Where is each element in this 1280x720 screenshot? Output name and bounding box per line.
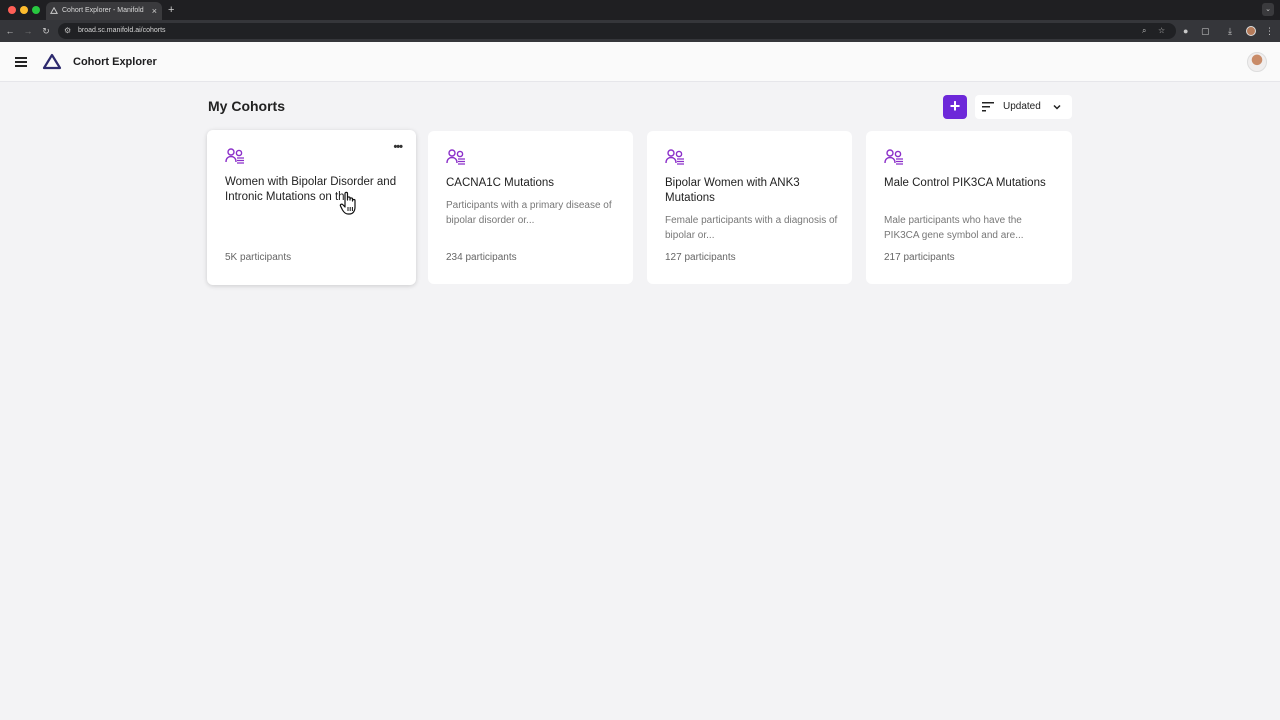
cohort-card[interactable]: Bipolar Women with ANK3 Mutations Female… bbox=[647, 131, 852, 284]
app-header: Cohort Explorer bbox=[0, 42, 1280, 82]
url-text[interactable]: broad.sc.manifold.ai/cohorts bbox=[78, 23, 166, 39]
app-title: Cohort Explorer bbox=[73, 56, 157, 68]
forward-arrow-icon[interactable]: → bbox=[22, 24, 34, 38]
download-icon[interactable]: ⤓ bbox=[1228, 24, 1232, 38]
back-arrow-icon[interactable]: ← bbox=[4, 24, 16, 38]
sort-dropdown[interactable]: Updated bbox=[975, 95, 1072, 119]
hand-cursor-icon bbox=[339, 191, 356, 215]
cohort-title: Women with Bipolar Disorder and Intronic… bbox=[225, 176, 397, 203]
participant-count: 127 participants bbox=[665, 252, 736, 263]
more-options-button[interactable]: ••• bbox=[393, 141, 403, 153]
extensions-puzzle-icon[interactable]: ▢ bbox=[1201, 24, 1210, 38]
cohort-description: Male participants who have the PIK3CA ge… bbox=[884, 215, 1024, 241]
browser-tab[interactable]: Cohort Explorer - Manifold × bbox=[46, 2, 162, 20]
page-title: My Cohorts bbox=[208, 98, 285, 114]
cohort-description: Female participants with a diagnosis of … bbox=[665, 215, 838, 241]
hamburger-menu-icon[interactable] bbox=[15, 57, 27, 67]
cohort-title: Bipolar Women with ANK3 Mutations bbox=[665, 177, 800, 204]
cohort-users-icon bbox=[884, 149, 903, 165]
new-tab-button[interactable]: + bbox=[168, 2, 174, 18]
cohort-description: Participants with a primary disease of b… bbox=[446, 200, 612, 226]
sort-lines-icon bbox=[982, 102, 994, 112]
browser-profile-avatar[interactable] bbox=[1246, 26, 1256, 36]
participant-count: 5K participants bbox=[225, 252, 292, 263]
participant-count: 234 participants bbox=[446, 252, 517, 263]
browser-toolbar: ← → ↻ ⚙ broad.sc.manifold.ai/cohorts ⌕ ☆… bbox=[0, 20, 1280, 42]
tab-title: Cohort Explorer - Manifold bbox=[62, 7, 144, 14]
sort-label: Updated bbox=[1003, 101, 1041, 112]
user-avatar[interactable] bbox=[1247, 52, 1267, 72]
participant-count: 217 participants bbox=[884, 252, 955, 263]
cohort-users-icon bbox=[665, 149, 684, 165]
window-close-button[interactable] bbox=[8, 6, 16, 14]
manifold-logo-icon bbox=[42, 53, 62, 70]
cohort-title: CACNA1C Mutations bbox=[446, 177, 555, 189]
browser-menu-icon[interactable]: ⋮ bbox=[1265, 24, 1274, 38]
tab-close-icon[interactable]: × bbox=[152, 2, 157, 20]
cohort-users-icon bbox=[446, 149, 465, 165]
cohort-card[interactable]: Male Control PIK3CA Mutations Male parti… bbox=[866, 131, 1072, 284]
browser-tab-bar: Cohort Explorer - Manifold × + ⌄ bbox=[0, 0, 1280, 20]
tab-search-chevron-icon[interactable]: ⌄ bbox=[1262, 3, 1274, 16]
add-cohort-button[interactable]: + bbox=[943, 95, 967, 119]
window-minimize-button[interactable] bbox=[20, 6, 28, 14]
reload-icon[interactable]: ↻ bbox=[40, 24, 52, 38]
cohort-card[interactable]: CACNA1C Mutations Participants with a pr… bbox=[428, 131, 633, 284]
cohort-card[interactable]: ••• Women with Bipolar Disorder and Intr… bbox=[207, 130, 416, 285]
extension-icon[interactable]: ● bbox=[1183, 24, 1188, 38]
cohort-users-icon bbox=[225, 148, 244, 164]
chevron-down-icon bbox=[1053, 104, 1061, 110]
address-bar[interactable]: ⚙ broad.sc.manifold.ai/cohorts ⌕ ☆ bbox=[58, 23, 1176, 39]
bookmark-star-icon[interactable]: ☆ bbox=[1158, 23, 1165, 39]
window-maximize-button[interactable] bbox=[32, 6, 40, 14]
manifold-favicon-icon bbox=[50, 7, 58, 14]
zoom-search-icon[interactable]: ⌕ bbox=[1142, 23, 1146, 39]
cohort-title: Male Control PIK3CA Mutations bbox=[884, 177, 1046, 189]
site-settings-icon[interactable]: ⚙ bbox=[64, 26, 71, 36]
